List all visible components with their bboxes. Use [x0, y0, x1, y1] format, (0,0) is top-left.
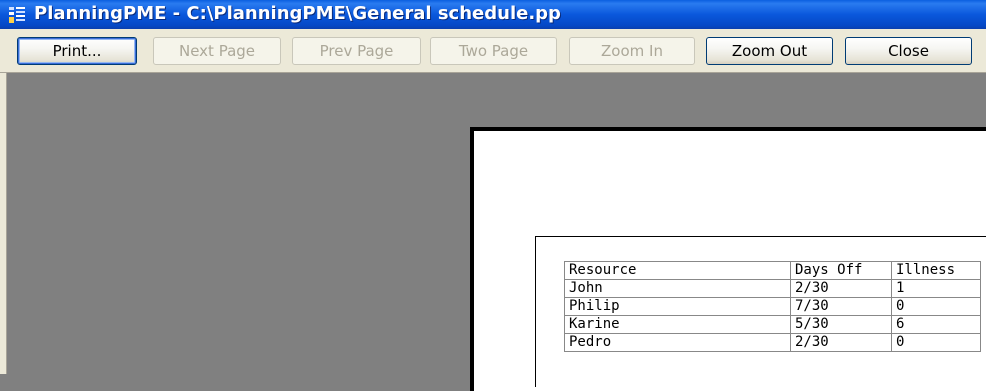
prev-page-button[interactable]: Prev Page [292, 37, 421, 65]
cell-resource: Philip [564, 297, 791, 316]
table-row: Pedro 2/30 0 [564, 333, 981, 352]
app-icon[interactable] [8, 6, 26, 24]
cell-days-off: 5/30 [790, 315, 892, 334]
close-button[interactable]: Close [845, 37, 972, 65]
title-bar[interactable]: PlanningPME - C:\PlanningPME\General sch… [0, 0, 986, 29]
window-title: PlanningPME - C:\PlanningPME\General sch… [34, 3, 561, 24]
table-row: Philip 7/30 0 [564, 297, 981, 316]
column-header-resource: Resource [564, 261, 791, 280]
left-frame-line [6, 73, 7, 374]
zoom-out-button[interactable]: Zoom Out [706, 37, 833, 65]
cell-days-off: 2/30 [790, 279, 892, 298]
preview-toolbar: Print... Next Page Prev Page Two Page Zo… [0, 29, 986, 73]
next-page-button[interactable]: Next Page [153, 37, 281, 65]
table-header-row: Resource Days Off Illness [564, 261, 981, 280]
cell-illness: 0 [891, 333, 981, 352]
cell-resource: John [564, 279, 791, 298]
cell-illness: 0 [891, 297, 981, 316]
table-row: John 2/30 1 [564, 279, 981, 298]
column-header-illness: Illness [891, 261, 981, 280]
cell-resource: Karine [564, 315, 791, 334]
zoom-in-button[interactable]: Zoom In [569, 37, 695, 65]
cell-days-off: 2/30 [790, 333, 892, 352]
report-table: Resource Days Off Illness John 2/30 1 Ph… [564, 261, 981, 352]
cell-days-off: 7/30 [790, 297, 892, 316]
two-page-button[interactable]: Two Page [430, 37, 557, 65]
cell-illness: 6 [891, 315, 981, 334]
column-header-days-off: Days Off [790, 261, 892, 280]
cell-illness: 1 [891, 279, 981, 298]
cell-resource: Pedro [564, 333, 791, 352]
table-row: Karine 5/30 6 [564, 315, 981, 334]
print-button[interactable]: Print... [17, 37, 137, 65]
